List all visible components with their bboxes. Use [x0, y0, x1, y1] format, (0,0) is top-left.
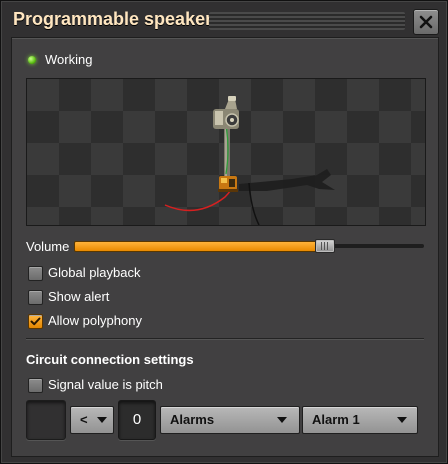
instrument-value: Alarms — [170, 412, 215, 427]
volume-slider-handle[interactable] — [315, 239, 335, 253]
show-alert-checkbox[interactable] — [28, 290, 43, 305]
chevron-down-icon — [397, 417, 407, 423]
allow-polyphony-checkbox[interactable] — [28, 314, 43, 329]
signal-select-slot[interactable] — [26, 400, 66, 440]
programmable-speaker-window: Programmable speaker Working Volume Glob… — [0, 0, 448, 464]
show-alert-option[interactable]: Show alert — [26, 288, 326, 306]
status-text: Working — [45, 52, 93, 67]
comparator-value: < — [80, 412, 88, 427]
comparator-dropdown[interactable]: < — [70, 406, 114, 434]
show-alert-label: Show alert — [48, 289, 110, 304]
note-dropdown[interactable]: Alarm 1 — [302, 406, 418, 434]
title-bar[interactable]: Programmable speaker — [5, 5, 443, 35]
volume-row: Volume — [26, 238, 426, 254]
volume-label: Volume — [26, 239, 70, 254]
entity-preview — [26, 78, 426, 226]
allow-polyphony-option[interactable]: Allow polyphony — [26, 312, 326, 330]
chevron-down-icon — [97, 417, 107, 423]
speaker-panel: Working Volume Global playback Show aler… — [11, 37, 439, 457]
allow-polyphony-label: Allow polyphony — [48, 313, 142, 328]
signal-is-pitch-option[interactable]: Signal value is pitch — [26, 376, 326, 394]
signal-is-pitch-checkbox[interactable] — [28, 378, 43, 393]
speaker-entity-icon — [164, 96, 335, 225]
note-value: Alarm 1 — [312, 412, 360, 427]
drag-handle[interactable] — [209, 12, 405, 30]
chevron-down-icon — [277, 417, 287, 423]
close-button[interactable] — [413, 9, 439, 35]
volume-fill — [74, 241, 321, 252]
close-icon — [419, 15, 433, 29]
circuit-section-title: Circuit connection settings — [26, 352, 194, 367]
instrument-dropdown[interactable]: Alarms — [160, 406, 300, 434]
signal-is-pitch-label: Signal value is pitch — [48, 377, 163, 392]
global-playback-option[interactable]: Global playback — [26, 264, 326, 282]
status-indicator-icon — [28, 56, 36, 64]
global-playback-label: Global playback — [48, 265, 141, 280]
constant-input[interactable]: 0 — [118, 400, 156, 440]
window-title: Programmable speaker — [13, 9, 213, 29]
global-playback-checkbox[interactable] — [28, 266, 43, 281]
divider — [26, 338, 424, 340]
checkmark-icon — [30, 317, 41, 326]
